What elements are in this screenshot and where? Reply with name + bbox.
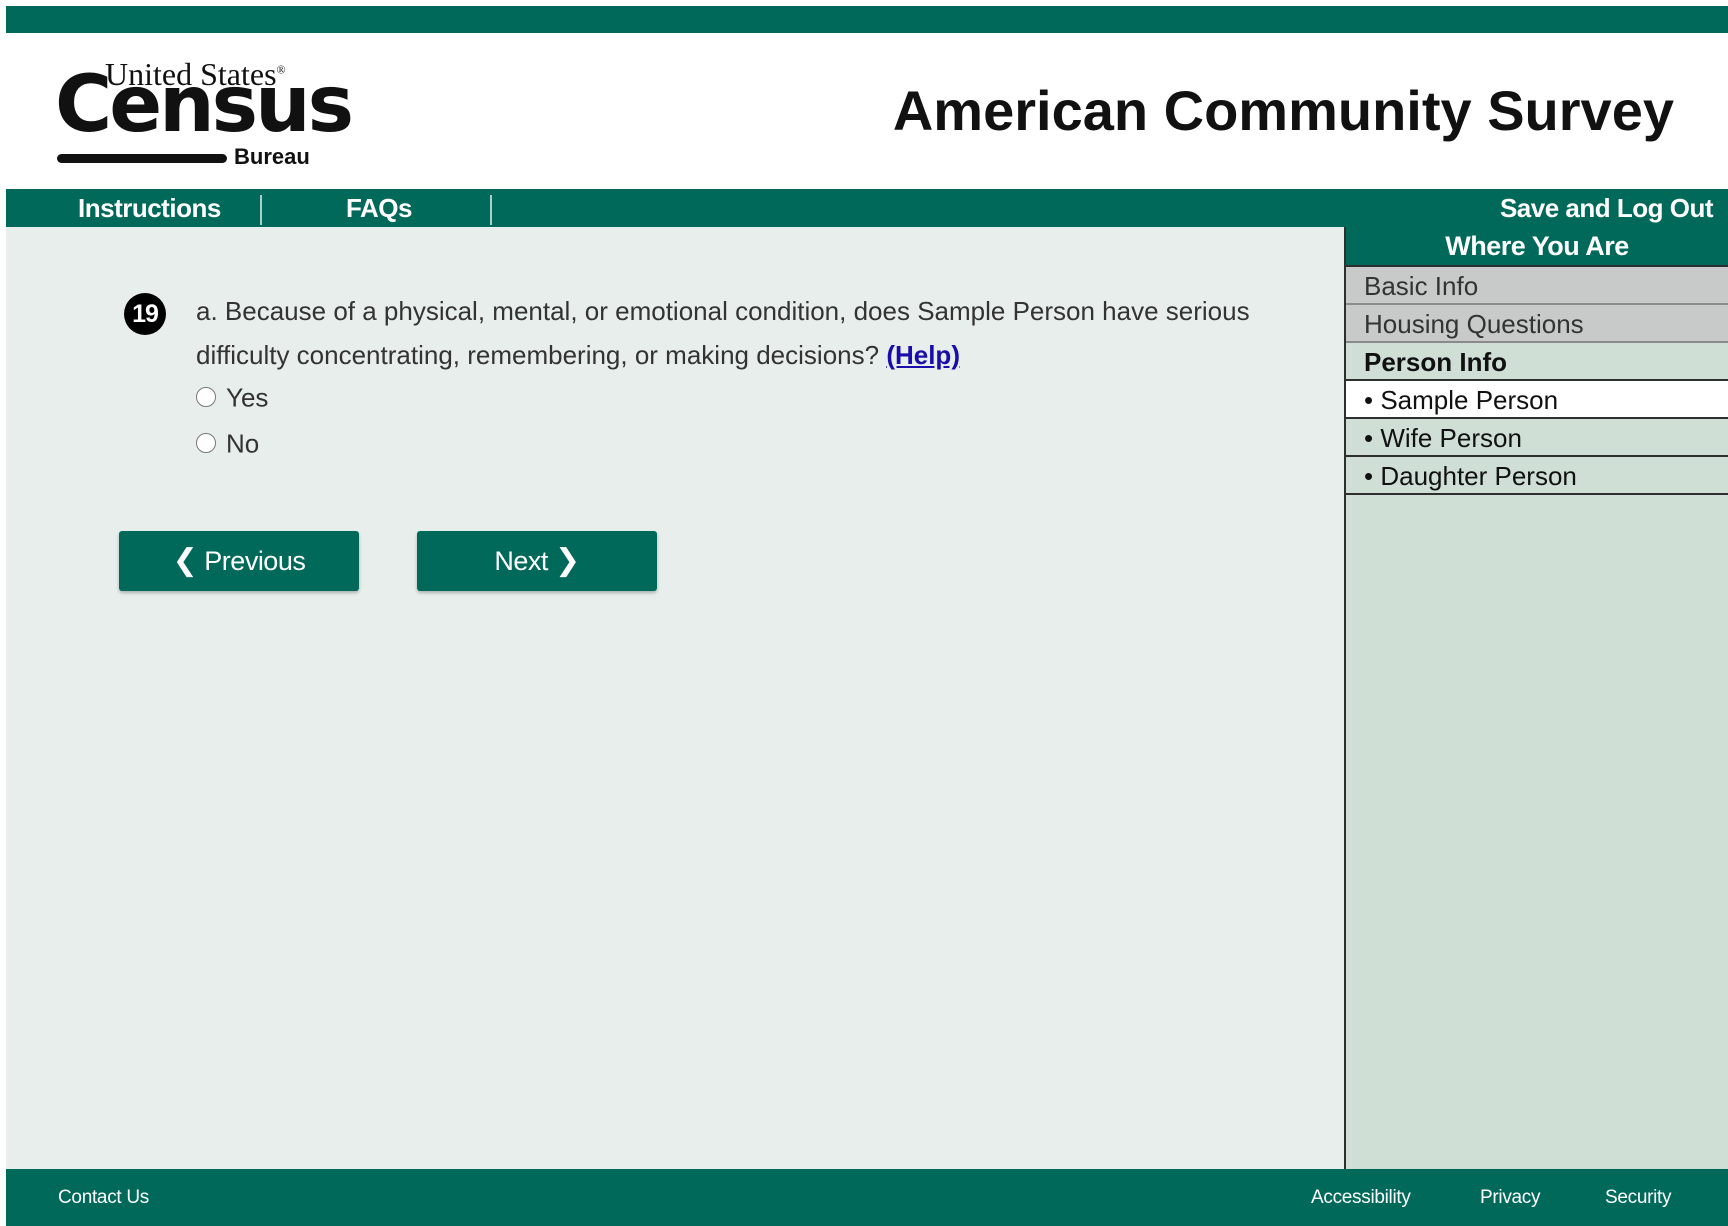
next-button[interactable]: Next ❯ <box>417 531 657 591</box>
radio-yes[interactable] <box>196 387 216 408</box>
footer-accessibility-link[interactable]: Accessibility <box>1311 1169 1411 1226</box>
next-label: Next <box>494 546 548 576</box>
sidebar-person-wife[interactable]: • Wife Person <box>1346 419 1728 457</box>
nav-bar: Instructions FAQs Save and Log Out <box>6 189 1728 227</box>
page: United States® Census Bureau American Co… <box>6 6 1728 1226</box>
site-title: American Community Survey <box>892 79 1674 142</box>
sidebar-title: Where You Are <box>1346 227 1728 267</box>
radio-no[interactable] <box>196 433 216 454</box>
sidebar-person-daughter[interactable]: • Daughter Person <box>1346 457 1728 495</box>
footer-contact-us-link[interactable]: Contact Us <box>58 1169 149 1226</box>
logo-line3: Bureau <box>234 144 310 169</box>
previous-button[interactable]: ❮ Previous <box>119 531 359 591</box>
chevron-left-icon: ❮ <box>172 544 198 577</box>
logo-bar <box>57 154 227 163</box>
save-and-log-out-link[interactable]: Save and Log Out <box>1500 189 1714 227</box>
progress-sidebar: Where You Are Basic Info Housing Questio… <box>1344 227 1728 1169</box>
question-number-badge: 19 <box>124 293 166 335</box>
nav-instructions[interactable]: Instructions <box>78 189 221 227</box>
sidebar-item-person-info: Person Info <box>1346 343 1728 381</box>
option-no-label[interactable]: No <box>226 429 259 459</box>
top-accent-bar <box>6 6 1728 33</box>
census-logo[interactable]: United States® Census Bureau <box>55 56 354 171</box>
nav-divider <box>260 195 262 225</box>
sidebar-person-sample[interactable]: • Sample Person <box>1346 381 1728 419</box>
question-prompt: a. Because of a physical, mental, or emo… <box>196 296 1250 370</box>
sidebar-item-basic-info[interactable]: Basic Info <box>1346 267 1728 305</box>
question-panel: 19 a. Because of a physical, mental, or … <box>6 227 1344 1169</box>
option-no[interactable]: No <box>196 427 259 459</box>
previous-label: Previous <box>204 546 306 576</box>
nav-faqs[interactable]: FAQs <box>346 189 412 227</box>
nav-divider <box>490 195 492 225</box>
sidebar-item-housing-questions[interactable]: Housing Questions <box>1346 305 1728 343</box>
site-header: United States® Census Bureau American Co… <box>6 33 1728 195</box>
logo-line2: Census <box>55 60 354 150</box>
footer-security-link[interactable]: Security <box>1605 1169 1672 1226</box>
site-footer: Contact Us Accessibility Privacy Securit… <box>6 1169 1728 1226</box>
question-text: a. Because of a physical, mental, or emo… <box>196 289 1276 377</box>
chevron-right-icon: ❯ <box>554 544 580 577</box>
option-yes-label[interactable]: Yes <box>226 383 268 413</box>
footer-privacy-link[interactable]: Privacy <box>1480 1169 1541 1226</box>
option-yes[interactable]: Yes <box>196 381 268 413</box>
help-link[interactable]: (Help) <box>886 340 960 370</box>
